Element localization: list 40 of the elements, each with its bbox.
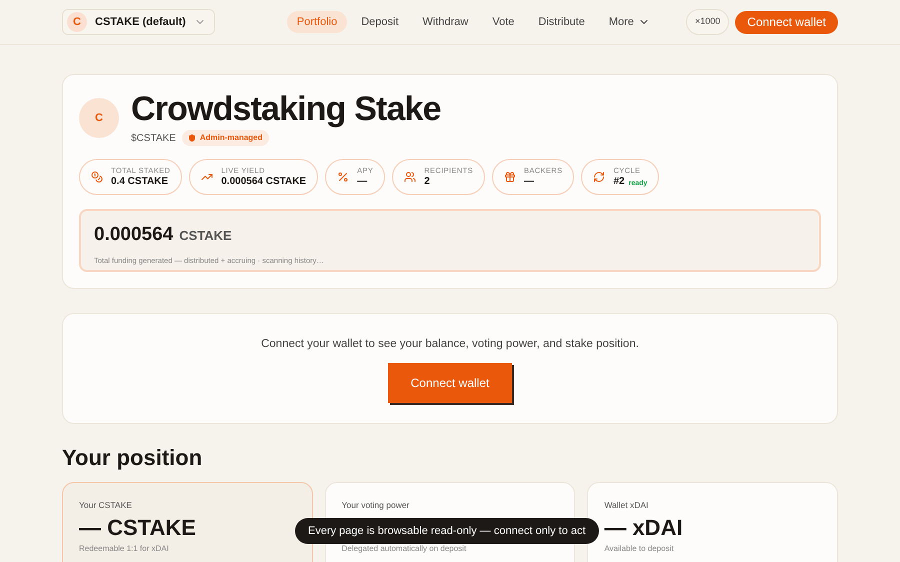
section-heading: Your position xyxy=(62,444,204,472)
token-avatar: C xyxy=(67,12,87,32)
shield-icon xyxy=(188,134,196,142)
nav-tab[interactable]: Vote xyxy=(482,11,524,33)
card-note: Delegated automatically on deposit xyxy=(342,542,468,555)
speed-badge: ×1000 xyxy=(686,9,730,35)
stat-value: 2 xyxy=(424,177,430,188)
token-avatar: C xyxy=(79,98,119,138)
coins-icon xyxy=(91,171,103,183)
connect-message: Connect your wallet to see your balance, voting power, and stake position. xyxy=(261,337,639,352)
nav-tab[interactable]: Distribute xyxy=(528,11,595,33)
admin-badge: Admin-managed xyxy=(182,130,269,146)
toast: Every page is browsable read-only — connect only to act xyxy=(295,518,599,544)
nav-tab[interactable]: Deposit xyxy=(351,11,409,33)
connect-wallet-button[interactable]: Connect wallet xyxy=(388,363,512,404)
stat-value: #2 xyxy=(613,177,625,188)
funding-unit: CSTAKE xyxy=(179,227,232,245)
card-value: — CSTAKE xyxy=(79,514,197,541)
stat-value: — xyxy=(357,177,368,188)
people-icon xyxy=(404,171,416,183)
stat-value: 0.4 CSTAKE xyxy=(111,177,168,188)
card-value: — xDAI xyxy=(604,514,684,541)
card-note: Available to deposit xyxy=(604,542,675,555)
card-label: Wallet xDAI xyxy=(604,499,650,512)
nav-tab[interactable]: More xyxy=(598,11,660,33)
gift-icon xyxy=(504,171,516,183)
nav-tab[interactable]: Withdraw xyxy=(412,11,478,33)
token-symbol: $CSTAKE xyxy=(131,132,176,146)
funding-amount: 0.000564 xyxy=(94,223,174,247)
token-selector[interactable]: C CSTAKE (default) xyxy=(62,9,215,35)
card-label: Your CSTAKE xyxy=(79,499,133,512)
token-title: Crowdstaking Stake xyxy=(131,91,441,127)
card-label: Your voting power xyxy=(342,499,410,512)
trend-icon xyxy=(201,171,214,183)
stat-value: — xyxy=(524,177,534,188)
card-note: Redeemable 1:1 for xDAI xyxy=(79,542,170,555)
percent-icon xyxy=(337,171,350,183)
cycle-icon xyxy=(593,171,606,183)
connect-wallet-button[interactable]: Connect wallet xyxy=(735,10,838,34)
stat-value: 0.000564 CSTAKE xyxy=(221,177,306,188)
